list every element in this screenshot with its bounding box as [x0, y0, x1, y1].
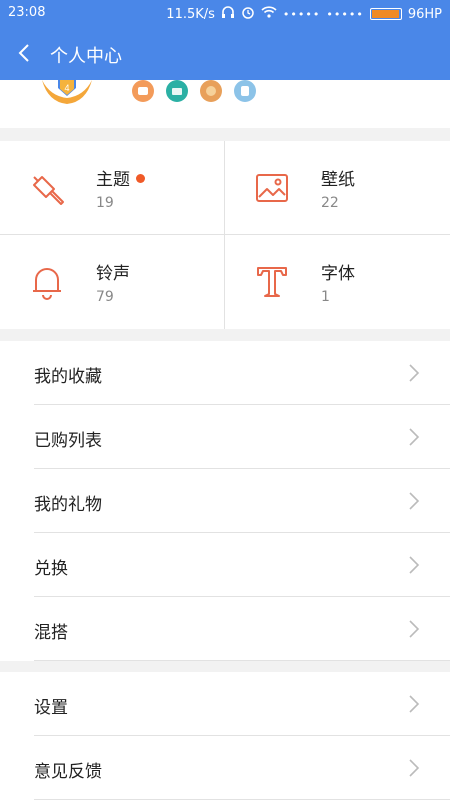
divider — [34, 660, 450, 661]
menu-feedback[interactable]: 意见反馈 — [0, 736, 450, 800]
chevron-right-icon — [408, 694, 420, 714]
battery-icon — [369, 8, 402, 20]
category-wallpaper[interactable]: 壁纸 22 — [225, 141, 449, 234]
chevron-right-icon — [408, 619, 420, 639]
category-name: 主题 — [96, 165, 145, 190]
category-theme[interactable]: 主题 19 — [0, 141, 224, 234]
signal-1: ••••• — [282, 7, 321, 21]
wifi-icon — [261, 6, 277, 22]
chevron-right-icon — [408, 427, 420, 447]
brush-icon — [28, 169, 66, 207]
menu-label: 已购列表 — [34, 431, 102, 451]
menu-label: 意见反馈 — [34, 762, 102, 782]
status-bar: 23:08 11.5K/s ••••• ••••• 96HP — [0, 0, 450, 26]
level-badge: 4 — [38, 76, 96, 110]
category-count: 22 — [321, 195, 339, 211]
chevron-right-icon — [408, 363, 420, 383]
menu-gifts[interactable]: 我的礼物 — [0, 469, 450, 533]
font-t-icon — [253, 263, 291, 301]
page-title: 个人中心 — [50, 46, 122, 67]
menu-mix[interactable]: 混搭 — [0, 597, 450, 661]
category-count: 79 — [96, 289, 114, 305]
status-right: 11.5K/s ••••• ••••• 96HP — [166, 5, 442, 23]
avatar-2[interactable] — [166, 80, 188, 102]
signal-2: ••••• — [326, 7, 364, 21]
alarm-icon — [241, 5, 255, 23]
chevron-right-icon — [408, 758, 420, 778]
menu-label: 兑换 — [34, 559, 68, 579]
chevron-left-icon[interactable] — [14, 41, 36, 65]
avatar-4[interactable] — [234, 80, 256, 102]
avatar-1[interactable] — [132, 80, 154, 102]
menu-label: 设置 — [34, 698, 68, 718]
headset-icon — [221, 5, 235, 23]
menu-label: 混搭 — [34, 623, 68, 643]
title-bar: 个人中心 — [0, 26, 450, 80]
svg-text:4: 4 — [64, 83, 69, 93]
category-font[interactable]: 字体 1 — [225, 235, 449, 328]
category-ringtone[interactable]: 铃声 79 — [0, 235, 224, 328]
category-name: 字体 — [321, 264, 355, 284]
category-grid: 主题 19 壁纸 22 铃声 79 字体 1 — [0, 141, 450, 329]
menu-label: 我的收藏 — [34, 367, 102, 387]
category-count: 1 — [321, 289, 330, 305]
category-count: 19 — [96, 195, 114, 211]
menu-redeem[interactable]: 兑换 — [0, 533, 450, 597]
profile-strip: 4 — [0, 76, 450, 128]
menu-label: 我的礼物 — [34, 495, 102, 515]
menu-group-1: 我的收藏 已购列表 我的礼物 兑换 混搭 — [0, 341, 450, 661]
category-name: 壁纸 — [321, 170, 355, 190]
avatar-3[interactable] — [200, 80, 222, 102]
battery-label: 96HP — [407, 6, 442, 22]
chevron-right-icon — [408, 491, 420, 511]
status-time: 23:08 — [8, 5, 46, 20]
menu-settings[interactable]: 设置 — [0, 672, 450, 736]
category-name: 铃声 — [96, 264, 130, 284]
new-dot — [136, 174, 145, 183]
chevron-right-icon — [408, 555, 420, 575]
image-icon — [253, 169, 291, 207]
net-speed: 11.5K/s — [166, 6, 215, 22]
avatar-row — [132, 80, 256, 102]
bell-icon — [28, 263, 66, 301]
menu-favorites[interactable]: 我的收藏 — [0, 341, 450, 405]
menu-purchased[interactable]: 已购列表 — [0, 405, 450, 469]
menu-group-2: 设置 意见反馈 — [0, 672, 450, 800]
